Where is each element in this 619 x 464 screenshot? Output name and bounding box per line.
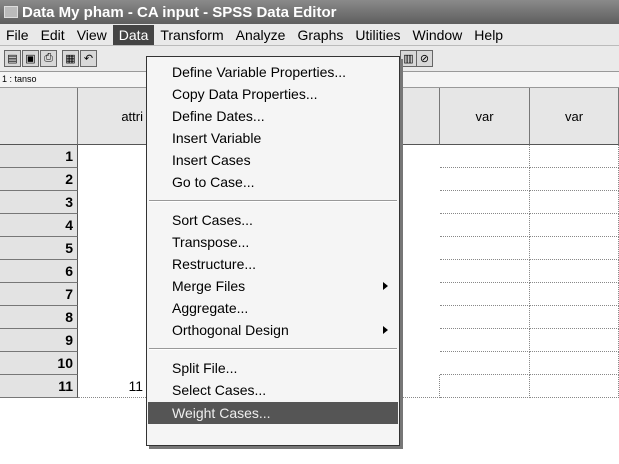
submenu-arrow-icon xyxy=(383,326,388,334)
value-labels-icon[interactable]: ⊘ xyxy=(416,50,433,67)
data-cell[interactable] xyxy=(530,191,619,214)
row-number[interactable]: 3 xyxy=(0,191,78,214)
data-cell[interactable] xyxy=(440,352,530,375)
data-cell[interactable] xyxy=(440,168,530,191)
menu-item-define-variable-properties[interactable]: Define Variable Properties... xyxy=(148,61,398,83)
menu-help[interactable]: Help xyxy=(468,25,509,45)
data-cell[interactable] xyxy=(440,214,530,237)
row-number[interactable]: 2 xyxy=(0,168,78,191)
data-cell[interactable] xyxy=(530,260,619,283)
menu-item-insert-cases[interactable]: Insert Cases xyxy=(148,149,398,171)
data-cell[interactable] xyxy=(530,168,619,191)
spss-app-icon xyxy=(4,6,18,18)
row-number[interactable]: 1 xyxy=(0,145,78,168)
data-cell[interactable] xyxy=(530,283,619,306)
menu-item-merge-files[interactable]: Merge Files xyxy=(148,275,398,297)
menu-separator xyxy=(149,200,397,202)
menu-graphs[interactable]: Graphs xyxy=(291,25,349,45)
menu-item-transpose[interactable]: Transpose... xyxy=(148,231,398,253)
data-cell[interactable]: 11 xyxy=(78,375,148,398)
menu-item-orthogonal-design[interactable]: Orthogonal Design xyxy=(148,319,398,341)
data-cell[interactable] xyxy=(530,214,619,237)
row-number[interactable]: 9 xyxy=(0,329,78,352)
corner-header xyxy=(0,88,78,145)
menu-analyze[interactable]: Analyze xyxy=(230,25,292,45)
menu-edit[interactable]: Edit xyxy=(35,25,71,45)
print-icon[interactable]: ⎙ xyxy=(40,50,57,67)
menu-item-go-to-case[interactable]: Go to Case... xyxy=(148,171,398,193)
column-header-attri[interactable]: attri xyxy=(78,88,148,145)
data-cell[interactable] xyxy=(440,283,530,306)
menu-item-label: Orthogonal Design xyxy=(172,322,289,338)
menu-bar: File Edit View Data Transform Analyze Gr… xyxy=(0,24,619,46)
data-cell[interactable] xyxy=(530,352,619,375)
data-cell[interactable] xyxy=(440,191,530,214)
open-icon[interactable]: ▤ xyxy=(4,50,21,67)
row-number[interactable]: 10 xyxy=(0,352,78,375)
menu-item-weight-cases[interactable]: Weight Cases... xyxy=(148,402,398,424)
row-number[interactable]: 4 xyxy=(0,214,78,237)
menu-item-sort-cases[interactable]: Sort Cases... xyxy=(148,209,398,231)
menu-item-select-cases[interactable]: Select Cases... xyxy=(148,379,398,401)
data-cell[interactable] xyxy=(440,260,530,283)
data-cell[interactable] xyxy=(530,145,619,168)
menu-item-aggregate[interactable]: Aggregate... xyxy=(148,297,398,319)
menu-item-insert-variable[interactable]: Insert Variable xyxy=(148,127,398,149)
row-number[interactable]: 11 xyxy=(0,375,78,398)
row-number[interactable]: 7 xyxy=(0,283,78,306)
data-cell[interactable] xyxy=(530,375,619,398)
undo-icon[interactable]: ↶ xyxy=(80,50,97,67)
dialog-recall-icon[interactable]: ▦ xyxy=(62,50,79,67)
save-icon[interactable]: ▣ xyxy=(22,50,39,67)
menu-transform[interactable]: Transform xyxy=(154,25,229,45)
menu-item-restructure[interactable]: Restructure... xyxy=(148,253,398,275)
data-cell[interactable] xyxy=(530,306,619,329)
window-title: Data My pham - CA input - SPSS Data Edit… xyxy=(22,3,337,21)
column-header-var[interactable]: var xyxy=(530,88,619,145)
menu-view[interactable]: View xyxy=(71,25,113,45)
data-cell[interactable] xyxy=(440,329,530,352)
menu-file[interactable]: File xyxy=(0,25,35,45)
row-number[interactable]: 6 xyxy=(0,260,78,283)
row-number[interactable]: 5 xyxy=(0,237,78,260)
menu-data[interactable]: Data xyxy=(112,24,155,45)
data-cell[interactable] xyxy=(440,145,530,168)
menu-item-split-file[interactable]: Split File... xyxy=(148,357,398,379)
data-cell[interactable] xyxy=(440,237,530,260)
split-file-icon[interactable]: ▥ xyxy=(400,50,417,67)
data-cell[interactable] xyxy=(530,329,619,352)
submenu-arrow-icon xyxy=(383,282,388,290)
menu-window[interactable]: Window xyxy=(407,25,469,45)
menu-item-label: Merge Files xyxy=(172,278,246,294)
data-menu-dropdown: Define Variable Properties... Copy Data … xyxy=(146,56,400,446)
menu-item-copy-data-properties[interactable]: Copy Data Properties... xyxy=(148,83,398,105)
menu-utilities[interactable]: Utilities xyxy=(349,25,406,45)
menu-item-define-dates[interactable]: Define Dates... xyxy=(148,105,398,127)
data-cell[interactable] xyxy=(440,375,530,398)
title-bar: Data My pham - CA input - SPSS Data Edit… xyxy=(0,0,619,24)
data-cell[interactable] xyxy=(530,237,619,260)
column-header-var[interactable]: var xyxy=(440,88,530,145)
menu-separator xyxy=(149,348,397,350)
data-cell[interactable] xyxy=(440,306,530,329)
row-number[interactable]: 8 xyxy=(0,306,78,329)
